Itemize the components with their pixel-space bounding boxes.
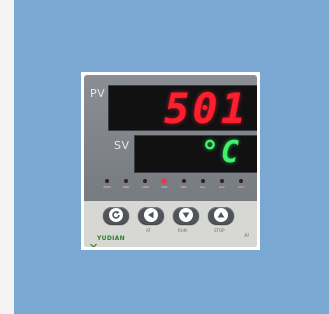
down-arrow-icon xyxy=(179,208,193,222)
indicator-label: AL1 xyxy=(199,185,206,189)
at-key-label: AT xyxy=(146,228,151,233)
sv-display: °C xyxy=(134,135,257,173)
indicator-label: OP2 xyxy=(180,185,187,189)
pv-label: PV xyxy=(90,87,106,100)
at-key[interactable] xyxy=(138,207,164,224)
indicator-label: PRG xyxy=(123,185,130,189)
brand-logo-icon xyxy=(90,235,97,247)
indicator-led xyxy=(219,179,224,183)
pv-value: 501 xyxy=(164,84,249,133)
indicator-led xyxy=(238,179,243,183)
run-key-label: RUN xyxy=(178,228,187,233)
model-name: AI xyxy=(244,233,249,239)
indicator-op2: OP2 xyxy=(177,179,191,195)
indicator-op1: OP1 xyxy=(157,179,171,195)
indicator-au1: AU1 xyxy=(234,179,248,195)
indicator-label: AU1 xyxy=(237,185,245,189)
sv-value: °C xyxy=(200,135,241,170)
left-arrow-icon xyxy=(144,208,158,222)
indicator-label: OP1 xyxy=(161,185,168,189)
indicator-com: COM xyxy=(138,179,152,195)
indicator-led xyxy=(124,179,129,183)
indicator-prg: PRG xyxy=(119,179,133,195)
indicator-label: COM xyxy=(141,185,149,189)
run-key[interactable] xyxy=(173,207,199,224)
indicator-led xyxy=(105,179,109,183)
indicator-man: MAN xyxy=(100,179,114,195)
indicator-led xyxy=(200,179,205,183)
indicator-al1: AL1 xyxy=(196,179,210,195)
up-arrow-icon xyxy=(214,208,228,222)
pv-display: 501 xyxy=(108,84,257,133)
indicator-led-on xyxy=(162,179,167,183)
sv-label: SV xyxy=(114,139,130,152)
indicator-label: MAN xyxy=(103,185,111,189)
indicator-al2: AL2 xyxy=(215,179,229,195)
cycle-icon xyxy=(109,208,123,222)
temperature-controller: PV 501 SV °C MAN PRG COM OP1 OP2 AL1 AL2… xyxy=(84,75,257,247)
indicator-label: AL2 xyxy=(219,185,225,189)
indicator-row: MAN PRG COM OP1 OP2 AL1 AL2 AU1 xyxy=(100,179,248,195)
keypad: AT RUN STOP YUDIAN AI xyxy=(84,201,257,247)
indicator-led xyxy=(143,179,148,183)
indicator-led xyxy=(181,179,186,183)
stop-key-label: STOP xyxy=(214,228,225,233)
set-key[interactable] xyxy=(103,207,129,224)
brand-name: YUDIAN xyxy=(97,235,125,242)
stop-key[interactable] xyxy=(208,207,234,224)
